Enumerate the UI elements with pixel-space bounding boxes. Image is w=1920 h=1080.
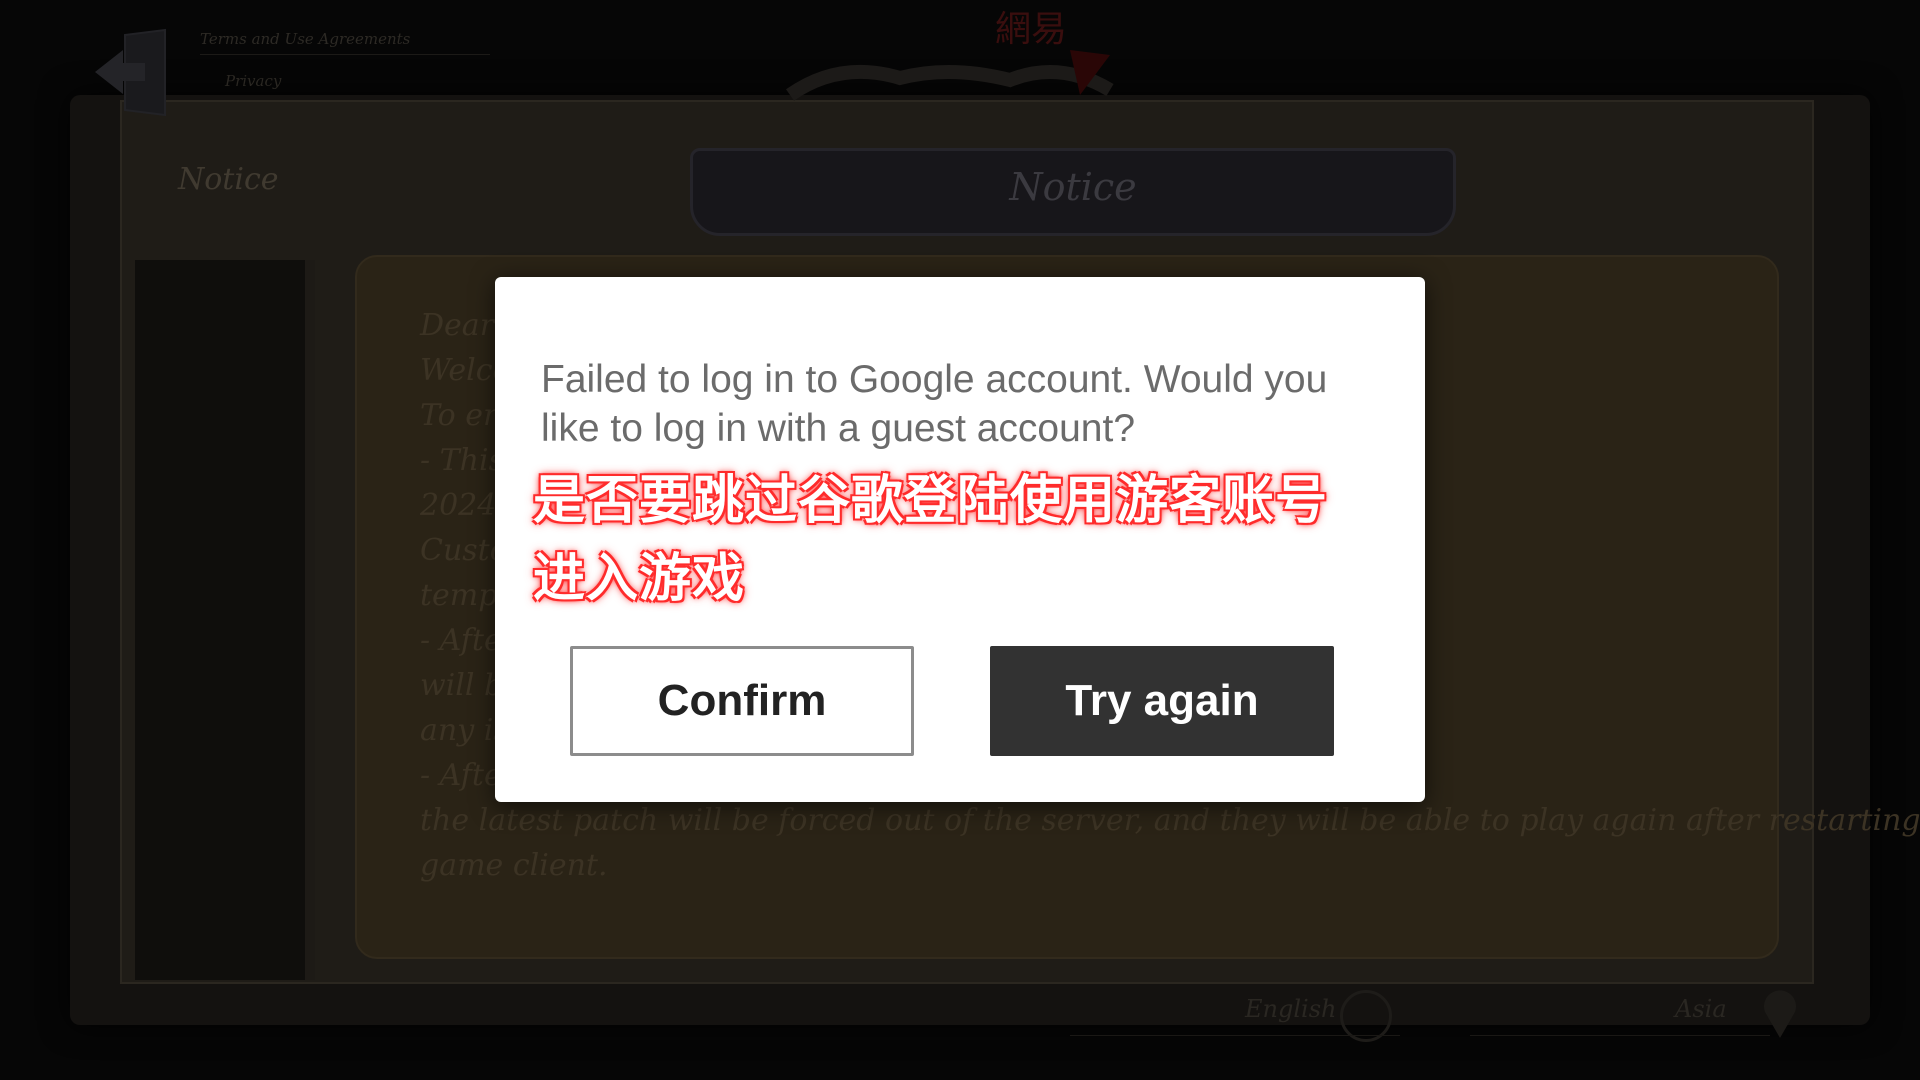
notice-line: game client.: [420, 848, 608, 883]
terms-link[interactable]: Terms and Use Agreements: [200, 30, 490, 55]
banner-title: Notice: [1009, 165, 1137, 209]
game-screen: Terms and Use Agreements Privacy 網易 Noti…: [0, 0, 1920, 1080]
divider: [1470, 1035, 1770, 1036]
privacy-link[interactable]: Privacy: [225, 72, 281, 90]
region-selector[interactable]: Asia: [1675, 995, 1727, 1023]
chinese-annotation: 是否要跳过谷歌登陆使用游客账号 进入游戏: [533, 462, 1413, 618]
location-pin-icon[interactable]: [1760, 990, 1800, 1040]
game-logo: [785, 50, 1114, 101]
publisher-logo-text: 網易: [995, 9, 1068, 50]
language-selector[interactable]: English: [1245, 995, 1336, 1023]
tab-notice[interactable]: Notice: [178, 162, 279, 197]
try-again-button[interactable]: Try again: [990, 646, 1334, 756]
back-arrow-icon[interactable]: [95, 25, 185, 120]
dialog-message: Failed to log in to Google account. Woul…: [541, 358, 1328, 450]
notice-line: the latest patch will be forced out of t…: [420, 803, 1920, 838]
confirm-button[interactable]: Confirm: [570, 646, 914, 756]
notice-tab-panel: [135, 260, 315, 980]
annotation-line: 进入游戏: [533, 549, 746, 609]
login-failed-dialog: Failed to log in to Google account. Woul…: [495, 277, 1425, 802]
annotation-line: 是否要跳过谷歌登陆使用游客账号: [533, 471, 1329, 531]
notice-banner: Notice: [690, 148, 1456, 236]
divider: [1070, 1035, 1400, 1036]
